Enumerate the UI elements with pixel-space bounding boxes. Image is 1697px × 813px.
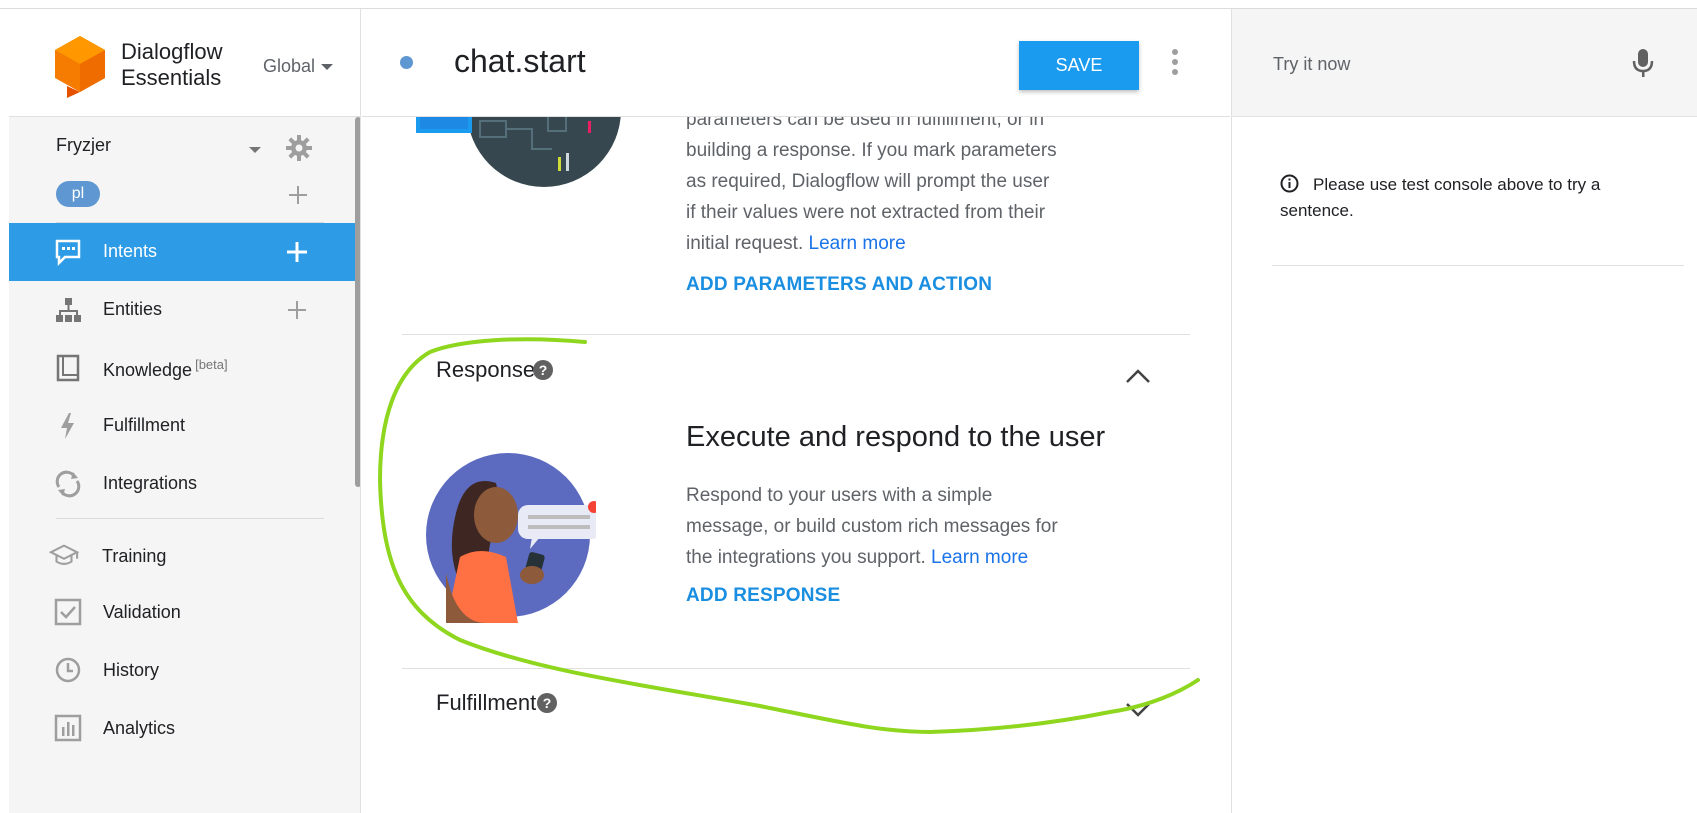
add-parameters-button[interactable]: ADD PARAMETERS AND ACTION xyxy=(686,274,992,296)
sidebar-item-entities[interactable]: Entities xyxy=(9,281,360,339)
checkbox-icon xyxy=(53,597,83,627)
hierarchy-icon xyxy=(53,295,83,325)
sidebar-item-validation[interactable]: Validation xyxy=(9,584,360,642)
brand-name: Dialogflow Essentials xyxy=(121,39,223,91)
parameters-line: building a response. If you mark paramet… xyxy=(686,140,1057,161)
knowledge-label: Knowledge xyxy=(103,360,193,380)
sidebar-item-training[interactable]: Training xyxy=(9,526,360,584)
agent-name[interactable]: Fryzjer xyxy=(56,135,111,156)
intent-editor: chat.start SAVE parameters can be used i… xyxy=(362,9,1230,813)
book-icon xyxy=(53,353,83,383)
sidebar-item-knowledge[interactable]: Knowledge [beta] xyxy=(9,339,360,397)
sync-arrows-icon xyxy=(53,469,83,499)
caret-down-icon xyxy=(321,63,334,70)
panel-divider xyxy=(1272,265,1684,266)
sidebar-item-label: Training xyxy=(102,546,167,566)
region-label: Global xyxy=(263,56,316,76)
chat-bubble-icon xyxy=(53,237,83,267)
gear-icon[interactable] xyxy=(285,134,313,162)
more-vert-icon[interactable] xyxy=(1168,47,1182,77)
sidebar-item-analytics[interactable]: Analytics xyxy=(9,700,360,758)
brand-header: Dialogflow Essentials Global xyxy=(9,9,360,117)
sidebar-item-label: Integrations xyxy=(103,473,198,493)
responses-last-text: the integrations you support. xyxy=(686,547,926,568)
language-pill[interactable]: pl xyxy=(56,181,100,207)
save-button[interactable]: SAVE xyxy=(1019,41,1139,90)
top-border xyxy=(0,0,1697,9)
add-intent-plus-icon[interactable] xyxy=(285,240,309,264)
sidebar-item-label: Analytics xyxy=(103,718,176,738)
try-it-input[interactable] xyxy=(1273,49,1613,79)
sidebar-item-label: Fulfillment xyxy=(103,415,186,435)
add-response-button[interactable]: ADD RESPONSE xyxy=(686,585,840,607)
svg-text:?: ? xyxy=(543,695,552,711)
parameters-line-last: initial request. Learn more xyxy=(686,228,1126,259)
chevron-down-icon[interactable] xyxy=(1124,701,1152,719)
help-icon[interactable]: ? xyxy=(536,692,558,714)
agent-caret-down-icon[interactable] xyxy=(249,147,261,153)
sidebar-scrollbar[interactable] xyxy=(355,117,360,487)
section-divider xyxy=(402,334,1190,335)
info-text: Please use test console above to try a s… xyxy=(1280,175,1601,220)
dialogflow-logo-icon xyxy=(55,36,105,98)
responses-line: Respond to your users with a simple xyxy=(686,485,993,506)
sidebar-item-intents[interactable]: Intents xyxy=(9,223,360,281)
sidebar-item-label: Validation xyxy=(103,602,181,622)
intent-header: chat.start SAVE xyxy=(362,9,1230,117)
svg-text:?: ? xyxy=(539,362,548,378)
add-entity-plus-icon[interactable] xyxy=(285,298,309,322)
intent-status-dot xyxy=(400,56,413,69)
responses-heading: Execute and respond to the user xyxy=(686,421,1106,453)
responses-title: Responses xyxy=(436,357,547,382)
lightning-icon xyxy=(53,411,83,441)
parameters-description: parameters can be used in fulfillment, o… xyxy=(686,104,1126,259)
sidebar-item-label: Intents xyxy=(103,241,158,261)
try-it-bar xyxy=(1232,9,1697,117)
sidebar-item-label: Knowledge [beta] xyxy=(103,357,228,381)
responses-learn-more-link[interactable]: Learn more xyxy=(931,547,1028,568)
microphone-icon[interactable] xyxy=(1632,47,1654,79)
sidebar-item-label: History xyxy=(103,660,160,680)
parameters-line: as required, Dialogflow will prompt the … xyxy=(686,171,1050,192)
responses-line-last: the integrations you support. Learn more xyxy=(686,542,1126,573)
responses-line: message, or build custom rich messages f… xyxy=(686,516,1058,537)
responses-illustration xyxy=(426,453,596,623)
clock-icon xyxy=(53,655,83,685)
region-selector[interactable]: Global xyxy=(263,56,334,77)
parameters-line: if their values were not extracted from … xyxy=(686,202,1046,223)
graduation-cap-icon xyxy=(49,540,79,570)
brand-line-2: Essentials xyxy=(121,65,222,90)
sidebar-divider xyxy=(56,518,324,519)
sidebar-item-fulfillment[interactable]: Fulfillment xyxy=(9,397,360,455)
sidebar-item-integrations[interactable]: Integrations xyxy=(9,455,360,513)
bar-chart-icon xyxy=(53,713,83,743)
responses-description: Respond to your users with a simple mess… xyxy=(686,480,1126,573)
chevron-up-icon[interactable] xyxy=(1124,367,1152,385)
sidebar-item-label: Entities xyxy=(103,299,163,319)
test-console-panel: Please use test console above to try a s… xyxy=(1231,9,1697,813)
parameters-learn-more-link[interactable]: Learn more xyxy=(809,233,906,254)
sidebar: Dialogflow Essentials Global Fryzjer pl xyxy=(9,9,361,813)
sidebar-item-history[interactable]: History xyxy=(9,642,360,700)
fulfillment-title: Fulfillment xyxy=(436,690,537,715)
add-language-plus-icon[interactable] xyxy=(287,184,309,206)
test-console-info: Please use test console above to try a s… xyxy=(1280,172,1660,224)
intent-name-input[interactable]: chat.start xyxy=(454,43,586,80)
info-icon xyxy=(1280,174,1299,193)
brand-line-1: Dialogflow xyxy=(121,39,223,64)
section-divider xyxy=(402,668,1190,669)
beta-badge: [beta] xyxy=(195,357,228,372)
help-icon[interactable]: ? xyxy=(532,359,554,381)
parameters-last-text: initial request. xyxy=(686,233,804,254)
